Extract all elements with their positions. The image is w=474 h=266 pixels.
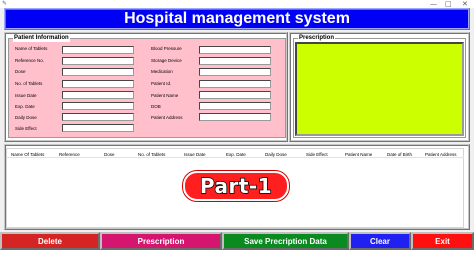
column-header[interactable]: Patient Address <box>425 152 457 158</box>
clear-button-label: Clear <box>369 236 390 246</box>
prescription-text-area[interactable] <box>295 42 464 136</box>
app-title-banner: Hospital management system <box>4 8 470 30</box>
app-title: Hospital management system <box>124 10 350 27</box>
label-storage-device: Storage Device <box>151 58 182 63</box>
label-no-of-tablets: No. of Tablets <box>15 81 43 86</box>
exit-button[interactable]: Exit <box>411 232 474 250</box>
patient-address-field[interactable] <box>199 113 271 121</box>
close-icon[interactable]: ✕ <box>462 0 468 8</box>
column-header[interactable]: Exp. Date <box>226 152 246 158</box>
delete-button-label: Delete <box>37 236 62 246</box>
part-badge-label: Part-1 <box>199 173 273 199</box>
delete-button[interactable]: Delete <box>0 232 100 250</box>
window-bottom-margin <box>0 250 474 266</box>
name-of-tablets-field[interactable] <box>62 46 134 54</box>
patient-id-field[interactable] <box>199 80 271 88</box>
label-daily-dose: Daily Dose <box>15 115 37 120</box>
side-effect-field[interactable] <box>62 124 134 132</box>
clear-button[interactable]: Clear <box>349 232 411 250</box>
label-patient-name: Patient Name <box>151 93 179 98</box>
column-header[interactable]: Patient Name <box>345 152 372 158</box>
label-side-effect: Side Effect <box>15 126 37 131</box>
prescription-legend: Prescription <box>298 34 336 42</box>
app-window: ✎ — □ ✕ Hospital management system Patie… <box>0 0 474 266</box>
column-header[interactable]: Date of Birth <box>387 152 412 158</box>
save-prescription-button[interactable]: Save Precription Data <box>222 232 349 250</box>
label-dob: DOB <box>151 104 161 109</box>
feather-icon: ✎ <box>2 0 8 7</box>
issue-date-field[interactable] <box>62 91 134 99</box>
exit-button-label: Exit <box>435 236 450 246</box>
medication-field[interactable] <box>199 68 271 76</box>
column-header[interactable]: No. of Tablets <box>138 152 165 158</box>
label-medication: Medication <box>151 69 173 74</box>
exp-date-field[interactable] <box>62 102 134 110</box>
minimize-icon[interactable]: — <box>430 0 437 8</box>
label-name-of-tablets: Name of Tablets <box>15 46 48 51</box>
column-header[interactable]: Daily Dose <box>265 152 287 158</box>
storage-device-field[interactable] <box>199 57 271 65</box>
patient-name-field[interactable] <box>199 91 271 99</box>
dose-field[interactable] <box>62 68 134 76</box>
label-blood-pressure: Blood Pressure <box>151 46 182 51</box>
column-header[interactable]: Reference <box>59 152 80 158</box>
save-prescription-button-label: Save Precription Data <box>244 236 327 246</box>
column-header[interactable]: Name Of Tablets <box>11 152 44 158</box>
patient-info-legend: Patient Information <box>13 34 70 42</box>
label-exp-date: Exp. Date <box>15 104 35 109</box>
reference-no-field[interactable] <box>62 57 134 65</box>
part-badge: Part-1 <box>183 171 289 201</box>
prescription-button-label: Prescription <box>137 236 185 246</box>
label-patient-id: Patient Id. <box>151 81 172 86</box>
column-header[interactable]: Side Effect <box>306 152 328 158</box>
label-dose: Dose <box>15 69 26 74</box>
title-bar: ✎ — □ ✕ <box>0 0 474 8</box>
prescription-button[interactable]: Prescription <box>100 232 222 250</box>
column-header[interactable]: Dose <box>104 152 115 158</box>
label-issue-date: Issue Date <box>15 93 37 98</box>
label-patient-address: Patient Address <box>151 115 183 120</box>
no-of-tablets-field[interactable] <box>62 80 134 88</box>
daily-dose-field[interactable] <box>62 113 134 121</box>
label-reference-no: Reference No. <box>15 58 45 63</box>
column-header[interactable]: Issue Date <box>184 152 206 158</box>
blood-pressure-field[interactable] <box>199 46 271 54</box>
dob-field[interactable] <box>199 102 271 110</box>
maximize-icon[interactable]: □ <box>445 0 452 8</box>
